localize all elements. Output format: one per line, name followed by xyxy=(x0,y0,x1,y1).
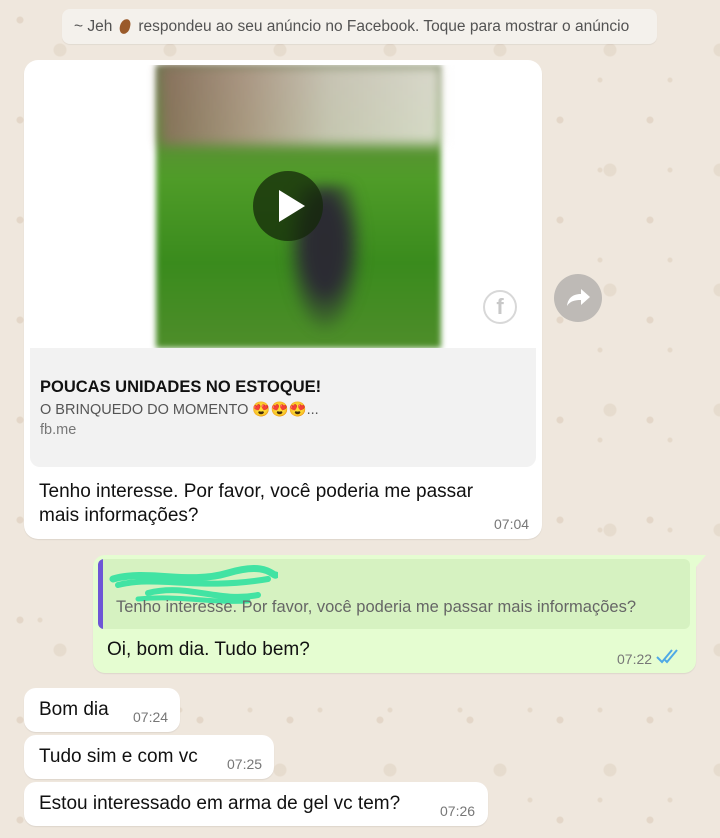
video-thumbnail-background xyxy=(160,65,442,145)
message-time: 07:26 xyxy=(440,803,476,819)
outgoing-reply-message[interactable]: Tenho interesse. Por favor, você poderia… xyxy=(93,555,706,673)
message-text: Bom dia xyxy=(39,699,109,720)
facebook-icon: f xyxy=(483,290,517,324)
notice-sender: ~ Jeh xyxy=(74,17,113,35)
ad-title: POUCAS UNIDADES NO ESTOQUE! xyxy=(40,378,322,396)
ad-video-preview[interactable]: f xyxy=(30,65,536,348)
message-text: Tudo sim e com vc xyxy=(39,746,198,767)
incoming-message[interactable]: Estou interessado em arma de gel vc tem?… xyxy=(24,782,488,826)
message-time: 07:04 xyxy=(494,516,530,532)
incoming-message[interactable]: Bom dia 07:24 xyxy=(24,688,180,732)
message-time: 07:24 xyxy=(133,709,169,725)
play-icon[interactable] xyxy=(253,171,323,241)
message-time: 07:25 xyxy=(227,756,263,772)
incoming-ad-message[interactable]: f POUCAS UNIDADES NO ESTOQUE! O BRINQUED… xyxy=(24,60,542,539)
ad-link-preview[interactable]: POUCAS UNIDADES NO ESTOQUE! O BRINQUEDO … xyxy=(30,348,536,467)
message-time: 07:22 xyxy=(617,651,653,667)
quoted-text: Tenho interesse. Por favor, você poderia… xyxy=(116,598,637,616)
message-text: Oi, bom dia. Tudo bem? xyxy=(107,639,310,660)
incoming-message[interactable]: Tudo sim e com vc 07:25 xyxy=(24,735,274,779)
message-text: Tenho interesse. Por favor, você poderia… xyxy=(39,481,474,526)
double-check-read-icon xyxy=(656,649,678,664)
quoted-message[interactable]: Tenho interesse. Por favor, você poderia… xyxy=(98,559,690,629)
ear-icon xyxy=(118,18,132,35)
ad-link[interactable]: fb.me xyxy=(40,422,76,438)
message-text: Estou interessado em arma de gel vc tem? xyxy=(39,793,401,814)
forward-icon[interactable] xyxy=(554,274,602,322)
notice-text: respondeu ao seu anúncio no Facebook. To… xyxy=(138,17,630,35)
ad-reply-notice[interactable]: ~ Jeh respondeu ao seu anúncio no Facebo… xyxy=(62,9,657,44)
ad-subtitle: O BRINQUEDO DO MOMENTO 😍😍😍... xyxy=(40,402,319,418)
quote-accent-bar xyxy=(98,559,103,629)
